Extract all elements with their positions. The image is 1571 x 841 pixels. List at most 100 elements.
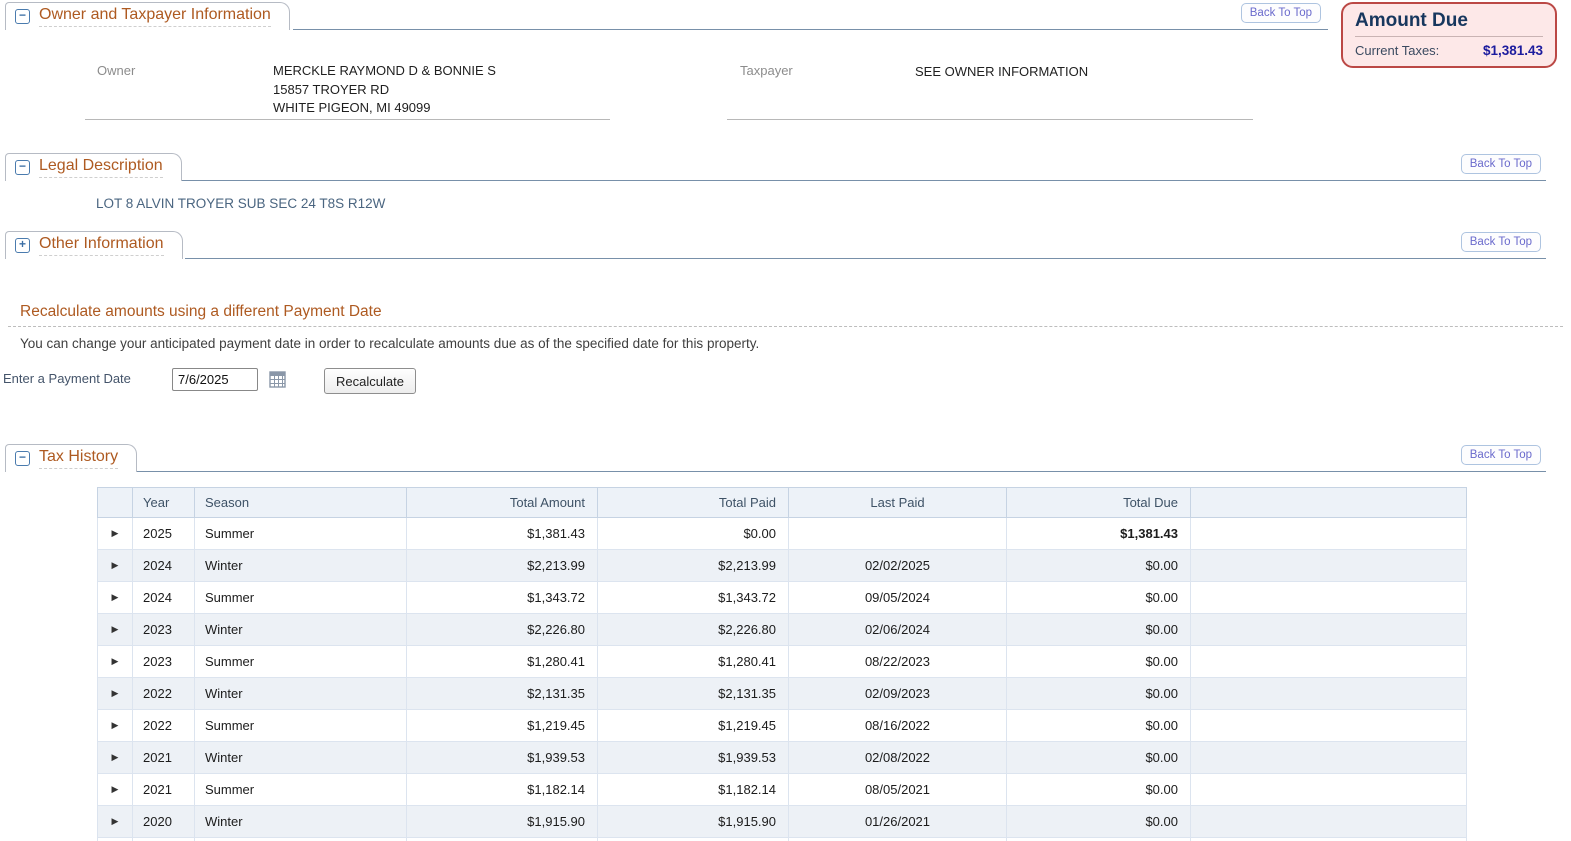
row-expander-icon[interactable]: ▶	[97, 677, 133, 710]
dotted-divider	[8, 326, 1563, 327]
amount-due-title: Amount Due	[1355, 10, 1468, 31]
cell-season: Winter	[194, 805, 407, 838]
row-expander-icon[interactable]: ▶	[97, 549, 133, 582]
table-row: ▶ 2020 Winter $1,915.90 $1,915.90 01/26/2021 $…	[97, 805, 1467, 838]
cell-season: Winter	[194, 613, 407, 646]
payment-date-label: Enter a Payment Date	[3, 371, 131, 386]
payment-date-input[interactable]	[172, 368, 258, 391]
cell-season: Summer	[194, 709, 407, 742]
table-row: ▶ 2024 Summer $1,343.72 $1,343.72 09/05/2024 $…	[97, 581, 1467, 614]
cell-filler	[1190, 645, 1467, 678]
cell-total-due: $0.00	[1006, 549, 1191, 582]
back-to-top-button[interactable]: Back To Top	[1460, 445, 1541, 465]
taxpayer-underline	[727, 119, 1253, 120]
cell-total-amount: $2,226.80	[406, 613, 598, 646]
taxpayer-label: Taxpayer	[740, 63, 793, 78]
cell-last-paid: 08/16/2022	[788, 709, 1007, 742]
cell-filler	[1190, 741, 1467, 774]
cell-season: Winter	[194, 741, 407, 774]
row-expander-icon[interactable]: ▶	[97, 741, 133, 774]
owner-underline	[85, 119, 610, 120]
recalculate-heading: Recalculate amounts using a different Pa…	[20, 303, 382, 320]
cell-last-paid: 02/08/2022	[788, 741, 1007, 774]
cell-last-paid: 01/26/2021	[788, 805, 1007, 838]
cell-total-paid: $0.00	[597, 517, 789, 550]
tab-tax-history[interactable]: − Tax History	[5, 444, 138, 472]
header-total-due: Total Due	[1006, 487, 1191, 518]
cell-filler	[1190, 517, 1467, 550]
cell-filler	[1190, 805, 1467, 838]
cell-year: 2024	[132, 549, 195, 582]
cell-total-due: $0.00	[1006, 613, 1191, 646]
cell-total-paid: $2,213.99	[597, 549, 789, 582]
header-year: Year	[132, 487, 195, 518]
row-expander-icon[interactable]: ▶	[97, 773, 133, 806]
header-total-amount: Total Amount	[406, 487, 598, 518]
cell-total-due: $0.00	[1006, 645, 1191, 678]
cell-year: 2023	[132, 645, 195, 678]
cell-season: Summer	[194, 517, 407, 550]
cell-last-paid: 07/30/2020	[788, 837, 1007, 841]
tab-owner-taxpayer[interactable]: − Owner and Taxpayer Information	[5, 2, 290, 30]
header-last-paid: Last Paid	[788, 487, 1007, 518]
recalculate-button[interactable]: Recalculate	[324, 368, 416, 394]
tab-other-information[interactable]: + Other Information	[5, 231, 183, 259]
cell-total-amount: $1,167.14	[406, 837, 598, 841]
cell-year: 2023	[132, 613, 195, 646]
row-expander-icon[interactable]: ▶	[97, 613, 133, 646]
table-row: ▶ 2025 Summer $1,381.43 $0.00 $1,381.43	[97, 517, 1467, 550]
back-to-top-button[interactable]: Back To Top	[1240, 3, 1321, 23]
section-divider-line	[185, 258, 1546, 259]
calendar-icon[interactable]	[269, 371, 286, 388]
tab-legal-description[interactable]: − Legal Description	[5, 153, 182, 181]
section-divider-line	[180, 180, 1546, 181]
expand-icon[interactable]: +	[15, 238, 30, 253]
amount-due-panel: Amount Due Current Taxes: $1,381.43	[1341, 2, 1557, 68]
row-expander-icon[interactable]: ▶	[97, 837, 133, 841]
back-to-top-button[interactable]: Back To Top	[1460, 154, 1541, 174]
cell-total-paid: $1,939.53	[597, 741, 789, 774]
cell-last-paid	[788, 517, 1007, 550]
cell-total-amount: $1,915.90	[406, 805, 598, 838]
back-to-top-button[interactable]: Back To Top	[1460, 232, 1541, 252]
owner-value: MERCKLE RAYMOND D & BONNIE S 15857 TROYE…	[273, 62, 496, 118]
cell-last-paid: 09/05/2024	[788, 581, 1007, 614]
section-title: Owner and Taxpayer Information	[39, 6, 271, 27]
row-expander-icon[interactable]: ▶	[97, 645, 133, 678]
header-filler	[1190, 487, 1467, 518]
owner-label: Owner	[97, 63, 136, 78]
cell-total-amount: $1,939.53	[406, 741, 598, 774]
cell-total-paid: $1,280.41	[597, 645, 789, 678]
cell-season: Summer	[194, 645, 407, 678]
cell-year: 2020	[132, 805, 195, 838]
collapse-icon[interactable]: −	[15, 9, 30, 24]
row-expander-icon[interactable]: ▶	[97, 805, 133, 838]
cell-season: Summer	[194, 773, 407, 806]
cell-year: 2022	[132, 709, 195, 742]
row-expander-icon[interactable]: ▶	[97, 581, 133, 614]
tax-history-body: ▶ 2025 Summer $1,381.43 $0.00 $1,381.43 ▶ 2024 W…	[97, 517, 1467, 841]
row-expander-icon[interactable]: ▶	[97, 709, 133, 742]
legal-description-text: LOT 8 ALVIN TROYER SUB SEC 24 T8S R12W	[96, 196, 386, 211]
cell-year: 2022	[132, 677, 195, 710]
collapse-icon[interactable]: −	[15, 451, 30, 466]
cell-total-due: $0.00	[1006, 805, 1191, 838]
cell-total-amount: $1,280.41	[406, 645, 598, 678]
cell-total-paid: $1,219.45	[597, 709, 789, 742]
table-row: ▶ 2022 Winter $2,131.35 $2,131.35 02/09/2023 $…	[97, 677, 1467, 710]
cell-last-paid: 08/22/2023	[788, 645, 1007, 678]
legal-section-header: − Legal Description Back To Top	[0, 151, 1571, 181]
owner-taxpayer-section-header: − Owner and Taxpayer Information Back To…	[0, 0, 1571, 30]
cell-total-amount: $2,213.99	[406, 549, 598, 582]
cell-year: 2021	[132, 741, 195, 774]
cell-total-amount: $1,343.72	[406, 581, 598, 614]
row-expander-icon[interactable]: ▶	[97, 517, 133, 550]
cell-total-amount: $1,182.14	[406, 773, 598, 806]
cell-total-paid: $2,131.35	[597, 677, 789, 710]
collapse-icon[interactable]: −	[15, 160, 30, 175]
taxpayer-value: SEE OWNER INFORMATION	[915, 64, 1089, 79]
owner-line-2: 15857 TROYER RD	[273, 81, 390, 97]
owner-line-1: MERCKLE RAYMOND D & BONNIE S	[273, 63, 496, 78]
cell-total-due: $0.00	[1006, 837, 1191, 841]
owner-line-3: WHITE PIGEON, MI 49099	[273, 100, 431, 115]
